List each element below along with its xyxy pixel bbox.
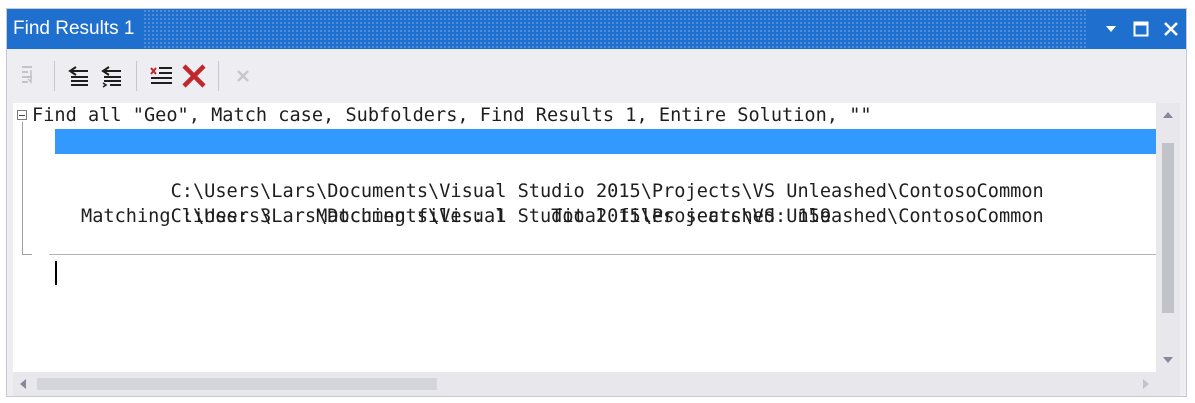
find-results-window: Find Results 1 Find all "Geo", Match cas… — [6, 8, 1187, 397]
scroll-down-icon[interactable] — [1156, 350, 1180, 370]
tree-guide-end — [22, 254, 32, 255]
window-title: Find Results 1 — [7, 9, 145, 49]
clear-all-icon — [150, 67, 172, 84]
stop-find-button[interactable] — [228, 59, 258, 93]
horizontal-scroll-thumb[interactable] — [37, 378, 437, 390]
horizontal-scrollbar[interactable] — [13, 372, 1180, 396]
next-location-icon — [101, 66, 121, 88]
vertical-scroll-thumb[interactable] — [1162, 143, 1174, 313]
previous-location-icon — [68, 66, 88, 86]
result-line[interactable]: C:\Users\Lars\Documents\Visual Studio 20… — [81, 179, 1044, 227]
go-to-location-button[interactable] — [15, 59, 45, 93]
results-text: Find all "Geo", Match case, Subfolders, … — [13, 103, 1156, 372]
vertical-scrollbar[interactable] — [1156, 103, 1180, 372]
window-controls — [1086, 9, 1186, 49]
previous-location-button[interactable] — [64, 59, 94, 93]
summary-line: Matching lines: 3 Matching files: 1 Tota… — [81, 206, 832, 227]
result-line[interactable]: C:\Users\Lars\Documents\Visual Studio 20… — [55, 129, 1156, 177]
search-header-line[interactable]: Find all "Geo", Match case, Subfolders, … — [32, 103, 872, 128]
scroll-right-icon[interactable] — [1136, 372, 1156, 396]
text-caret — [55, 261, 57, 285]
next-location-button[interactable] — [97, 59, 127, 93]
goto-location-icon — [22, 66, 32, 84]
toolbar — [7, 49, 1186, 103]
tree-guide-line — [22, 122, 23, 255]
result-line[interactable]: C:\Users\Lars\Documents\Visual Studio 20… — [81, 154, 1044, 202]
maximize-icon[interactable] — [1126, 9, 1156, 49]
toolbar-separator — [218, 61, 219, 91]
dropdown-icon[interactable] — [1096, 9, 1126, 49]
delete-button[interactable] — [179, 59, 209, 93]
delete-icon — [182, 64, 206, 88]
close-icon[interactable] — [1156, 9, 1186, 49]
clear-all-button[interactable] — [146, 59, 176, 93]
scroll-left-icon[interactable] — [13, 372, 33, 396]
title-bar[interactable]: Find Results 1 — [7, 9, 1186, 49]
toolbar-separator — [54, 61, 55, 91]
toolbar-separator — [136, 61, 137, 91]
scroll-up-icon[interactable] — [1156, 105, 1180, 125]
stop-find-icon — [237, 70, 249, 82]
collapse-toggle-icon[interactable] — [17, 110, 27, 120]
current-line-highlight — [49, 254, 1156, 255]
results-pane[interactable]: Find all "Geo", Match case, Subfolders, … — [13, 103, 1180, 372]
